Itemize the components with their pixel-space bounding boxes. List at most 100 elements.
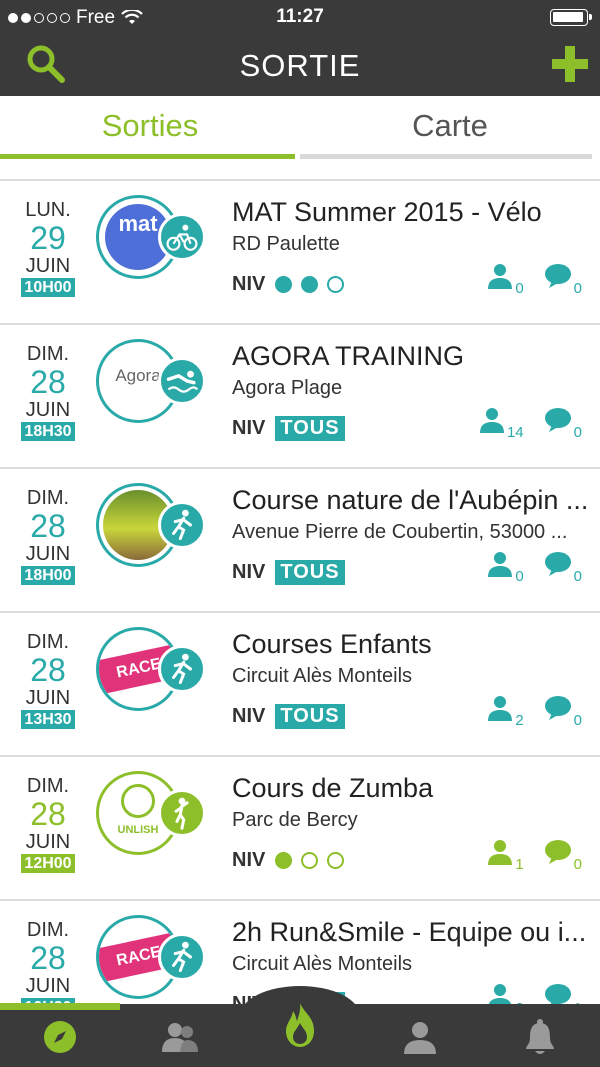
notifications-tab[interactable] xyxy=(480,1012,600,1062)
tabbar-active-indicator xyxy=(0,1003,120,1010)
event-stats: 20 xyxy=(487,695,582,729)
date-month: JUIN xyxy=(25,975,71,997)
event-time: 12H00 xyxy=(21,854,75,873)
participants-count: 14 xyxy=(479,407,524,441)
event-location: Circuit Alès Monteils xyxy=(232,665,413,687)
cycling-icon xyxy=(158,213,206,261)
event-list-item[interactable]: DIM. 28 JUIN 18H30 Agora AGORA TRAINING Agora … xyxy=(0,325,600,469)
level-badge: TOUS xyxy=(275,415,345,441)
event-list-item[interactable]: DIM. 28 JUIN 13H30 RACE Courses Enfants Circui… xyxy=(0,613,600,757)
tab-sorties[interactable]: Sorties xyxy=(0,108,300,144)
explore-tab[interactable] xyxy=(0,1012,120,1062)
comment-icon xyxy=(544,695,572,726)
event-title: Courses Enfants xyxy=(232,629,432,659)
event-level: NIV xyxy=(232,847,347,873)
battery-icon xyxy=(550,9,592,26)
comments-number: 0 xyxy=(573,280,582,297)
person-icon xyxy=(487,695,513,726)
friends-tab[interactable] xyxy=(120,1012,240,1062)
person-icon xyxy=(479,407,505,438)
comment-icon xyxy=(544,407,572,438)
event-title: Course nature de l'Aubépin ... xyxy=(232,485,589,515)
segmented-tabs: Sorties Carte xyxy=(0,96,600,166)
user-icon xyxy=(404,1022,436,1054)
comments-number: 0 xyxy=(573,568,582,585)
level-label: NIV xyxy=(232,704,266,727)
date-day-number: 28 xyxy=(30,508,66,544)
level-dot xyxy=(301,275,319,293)
person-icon xyxy=(487,551,513,582)
level-badge: TOUS xyxy=(275,559,345,585)
date-weekday: DIM. xyxy=(26,919,70,941)
participants-number: 14 xyxy=(506,424,524,441)
event-list-item[interactable]: DIM. 28 JUIN 12H00 UNLISH Cours de Zumba Parc … xyxy=(0,757,600,901)
date-day-number: 29 xyxy=(30,220,66,256)
participants-number: 0 xyxy=(515,280,524,297)
compass-icon xyxy=(44,1021,76,1053)
event-stats: 14 0 xyxy=(479,407,582,441)
event-title: Cours de Zumba xyxy=(232,773,434,803)
event-date: LUN. 29 JUIN 10H00 xyxy=(14,199,82,297)
plus-icon[interactable] xyxy=(548,42,592,86)
activity-tab[interactable] xyxy=(240,1000,360,1050)
comment-icon xyxy=(544,551,572,582)
person-icon xyxy=(487,263,513,294)
participants-count: 1 xyxy=(487,839,524,872)
page-title: SORTIE xyxy=(239,48,361,83)
running-icon xyxy=(158,501,206,549)
comments-count: 0 xyxy=(544,407,582,441)
comment-icon xyxy=(544,839,572,870)
date-weekday: LUN. xyxy=(25,199,71,221)
level-dot xyxy=(327,851,345,869)
users-icon xyxy=(162,1023,198,1052)
event-time: 10H00 xyxy=(21,278,75,297)
event-date: DIM. 28 JUIN 18H30 xyxy=(14,343,82,441)
event-list-item[interactable]: LUN. 29 JUIN 10H00 mat MAT Summer 2015 - Vélo… xyxy=(0,181,600,325)
participants-number: 2 xyxy=(515,712,524,729)
event-stats: 00 xyxy=(487,551,582,585)
level-dot xyxy=(275,851,293,869)
date-weekday: DIM. xyxy=(26,487,70,509)
event-time: 18H30 xyxy=(21,422,75,441)
event-level: NIV TOUS xyxy=(232,415,345,441)
level-dot xyxy=(327,275,345,293)
level-label: NIV xyxy=(232,416,266,439)
date-day-number: 28 xyxy=(30,940,66,976)
comments-count: 0 xyxy=(544,263,582,297)
comments-count: 0 xyxy=(544,839,582,872)
dance-icon xyxy=(158,789,206,837)
date-weekday: DIM. xyxy=(26,775,70,797)
comments-number: 0 xyxy=(573,424,582,441)
tab-carte-indicator xyxy=(300,154,592,159)
profile-tab[interactable] xyxy=(360,1012,480,1062)
event-level: NIV TOUS xyxy=(232,559,345,585)
event-location: Circuit Alès Monteils xyxy=(232,953,413,975)
comments-count: 0 xyxy=(544,551,582,585)
level-badge: TOUS xyxy=(275,703,345,729)
participants-count: 0 xyxy=(487,263,524,297)
comments-number: 0 xyxy=(573,712,582,729)
participants-count: 0 xyxy=(487,551,524,585)
event-time: 18H00 xyxy=(21,566,75,585)
date-day-number: 28 xyxy=(30,796,66,832)
status-bar: Free 11:27 xyxy=(0,0,600,34)
running-icon xyxy=(158,645,206,693)
event-location: Agora Plage xyxy=(232,377,343,399)
participants-count: 2 xyxy=(487,695,524,729)
swimming-icon xyxy=(158,357,206,405)
event-time: 13H30 xyxy=(21,710,75,729)
date-day-number: 28 xyxy=(30,364,66,400)
event-title: AGORA TRAINING xyxy=(232,341,465,371)
level-label: NIV xyxy=(232,560,266,583)
event-location: RD Paulette xyxy=(232,233,340,255)
date-month: JUIN xyxy=(25,687,71,709)
date-weekday: DIM. xyxy=(26,343,70,365)
participants-number: 0 xyxy=(515,568,524,585)
event-list-item[interactable]: DIM. 28 JUIN 18H00 Course nature de l'Aubépi… xyxy=(0,469,600,613)
tab-carte[interactable]: Carte xyxy=(300,108,600,144)
level-label: NIV xyxy=(232,848,266,871)
level-dot xyxy=(275,275,293,293)
event-level: NIV xyxy=(232,271,347,297)
comment-icon xyxy=(544,263,572,294)
comments-count: 0 xyxy=(544,695,582,729)
